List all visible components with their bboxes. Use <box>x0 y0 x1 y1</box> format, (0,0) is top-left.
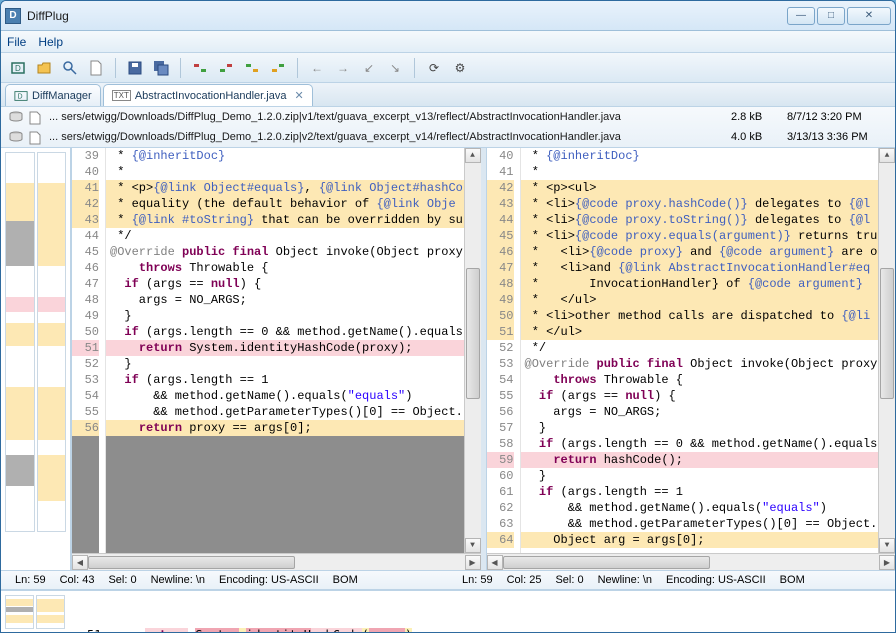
status-bar: Ln: 59 Col: 43 Sel: 0 Newline: \n Encodi… <box>1 570 895 590</box>
menu-help[interactable]: Help <box>38 35 63 49</box>
right-size: 4.0 kB <box>731 131 781 143</box>
status-left-sel: Sel: 0 <box>108 574 136 586</box>
prev-diff-button[interactable]: ← <box>306 57 328 79</box>
prev-change-button[interactable]: ↙ <box>358 57 380 79</box>
status-right-sel: Sel: 0 <box>555 574 583 586</box>
settings-button[interactable]: ⚙ <box>449 57 471 79</box>
next-change-button[interactable]: ↘ <box>384 57 406 79</box>
left-code[interactable]: * {@inheritDoc} * * <p>{@link Object#equ… <box>106 148 464 553</box>
right-path: ... sers/etwigg/Downloads/DiffPlug_Demo_… <box>49 131 725 143</box>
status-left-nl: Newline: \n <box>151 574 205 586</box>
save-all-button[interactable] <box>150 57 172 79</box>
save-button[interactable] <box>124 57 146 79</box>
inline-diff-panel: 51······return·System.identityHashCode(p… <box>1 590 895 632</box>
refresh-icon: ⟳ <box>429 61 439 75</box>
right-vscroll[interactable]: ▲ ▼ <box>878 148 895 553</box>
right-hscroll[interactable]: ◀ ▶ <box>487 553 896 570</box>
maximize-button[interactable]: □ <box>817 7 845 25</box>
tab-strip: D DiffManager TXT AbstractInvocationHand… <box>1 83 895 107</box>
gear-icon: ⚙ <box>455 61 466 75</box>
arrow-downleft-icon: ↙ <box>364 61 374 75</box>
left-gutter: 394041424344454647484950515253545556 <box>72 148 106 553</box>
new-file-button[interactable] <box>85 57 107 79</box>
overview-left[interactable] <box>5 152 35 532</box>
file-icon <box>29 111 43 123</box>
toolbar: D ← → ↙ ↘ ⟳ ⚙ <box>1 53 895 83</box>
tab-diffmanager[interactable]: D DiffManager <box>5 84 101 106</box>
svg-text:D: D <box>15 64 21 73</box>
menu-file[interactable]: File <box>7 35 26 49</box>
disk-icon <box>9 131 23 143</box>
status-left-ln: Ln: 59 <box>15 574 46 586</box>
right-gutter: 4041424344454647484950515253545556575859… <box>487 148 521 553</box>
status-right-bom: BOM <box>780 574 805 586</box>
arrow-right-icon: → <box>337 61 349 75</box>
arrow-left-icon: ← <box>311 61 323 75</box>
status-left: Ln: 59 Col: 43 Sel: 0 Newline: \n Encodi… <box>1 571 448 589</box>
file-icon <box>29 131 43 143</box>
overview-left-mini <box>1 595 87 632</box>
txt-icon: TXT <box>112 90 131 101</box>
tab-file-label: AbstractInvocationHandler.java <box>135 90 287 102</box>
status-left-col: Col: 43 <box>60 574 95 586</box>
app-icon: D <box>5 8 21 24</box>
file-row-right: ... sers/etwigg/Downloads/DiffPlug_Demo_… <box>1 127 895 147</box>
diffmanager-icon: D <box>14 89 28 103</box>
new-diff-button[interactable]: D <box>7 57 29 79</box>
merge-left-button[interactable] <box>189 57 211 79</box>
status-right-nl: Newline: \n <box>598 574 652 586</box>
close-button[interactable]: ✕ <box>847 7 891 25</box>
merge-down-left-button[interactable] <box>241 57 263 79</box>
arrow-downright-icon: ↘ <box>390 61 400 75</box>
ld-linenum-51: 51 <box>87 628 101 633</box>
merge-right-button[interactable] <box>215 57 237 79</box>
ld-line-51: return·System.identityHashCode(proxy); <box>145 628 420 633</box>
inline-diff-body: 51······return·System.identityHashCode(p… <box>87 595 895 632</box>
status-right: Ln: 59 Col: 25 Sel: 0 Newline: \n Encodi… <box>448 571 895 589</box>
diff-content: 394041424344454647484950515253545556 * {… <box>1 148 895 570</box>
next-diff-button[interactable]: → <box>332 57 354 79</box>
refresh-button[interactable]: ⟳ <box>423 57 445 79</box>
titlebar[interactable]: D DiffPlug ― □ ✕ <box>1 1 895 31</box>
minimize-button[interactable]: ― <box>787 7 815 25</box>
merge-down-right-button[interactable] <box>267 57 289 79</box>
left-vscroll[interactable]: ▲ ▼ <box>464 148 481 553</box>
status-left-bom: BOM <box>333 574 358 586</box>
overview-panel[interactable] <box>1 148 71 570</box>
left-hscroll[interactable]: ◀ ▶ <box>72 553 481 570</box>
tab-diffmanager-label: DiffManager <box>32 90 92 102</box>
file-header: ... sers/etwigg/Downloads/DiffPlug_Demo_… <box>1 107 895 148</box>
tab-close-button[interactable]: ✕ <box>294 89 303 102</box>
overview-right[interactable] <box>37 152 67 532</box>
status-right-col: Col: 25 <box>507 574 542 586</box>
menubar: File Help <box>1 31 895 53</box>
tab-file[interactable]: TXT AbstractInvocationHandler.java ✕ <box>103 84 313 106</box>
left-editor: 394041424344454647484950515253545556 * {… <box>71 148 481 570</box>
open-button[interactable] <box>33 57 55 79</box>
right-editor: 4041424344454647484950515253545556575859… <box>486 148 896 570</box>
status-left-enc: Encoding: US-ASCII <box>219 574 319 586</box>
status-right-enc: Encoding: US-ASCII <box>666 574 766 586</box>
left-path: ... sers/etwigg/Downloads/DiffPlug_Demo_… <box>49 111 725 123</box>
app-window: D DiffPlug ― □ ✕ File Help D ← → ↙ ↘ ⟳ ⚙ <box>0 0 896 633</box>
window-title: DiffPlug <box>27 9 787 23</box>
right-date: 3/13/13 3:36 PM <box>787 131 887 143</box>
status-right-ln: Ln: 59 <box>462 574 493 586</box>
left-date: 8/7/12 3:20 PM <box>787 111 887 123</box>
search-button[interactable] <box>59 57 81 79</box>
disk-icon <box>9 111 23 123</box>
file-row-left: ... sers/etwigg/Downloads/DiffPlug_Demo_… <box>1 107 895 127</box>
right-code[interactable]: * {@inheritDoc} * * <p><ul> * <li>{@code… <box>521 148 879 553</box>
svg-text:D: D <box>18 93 23 100</box>
left-size: 2.8 kB <box>731 111 781 123</box>
